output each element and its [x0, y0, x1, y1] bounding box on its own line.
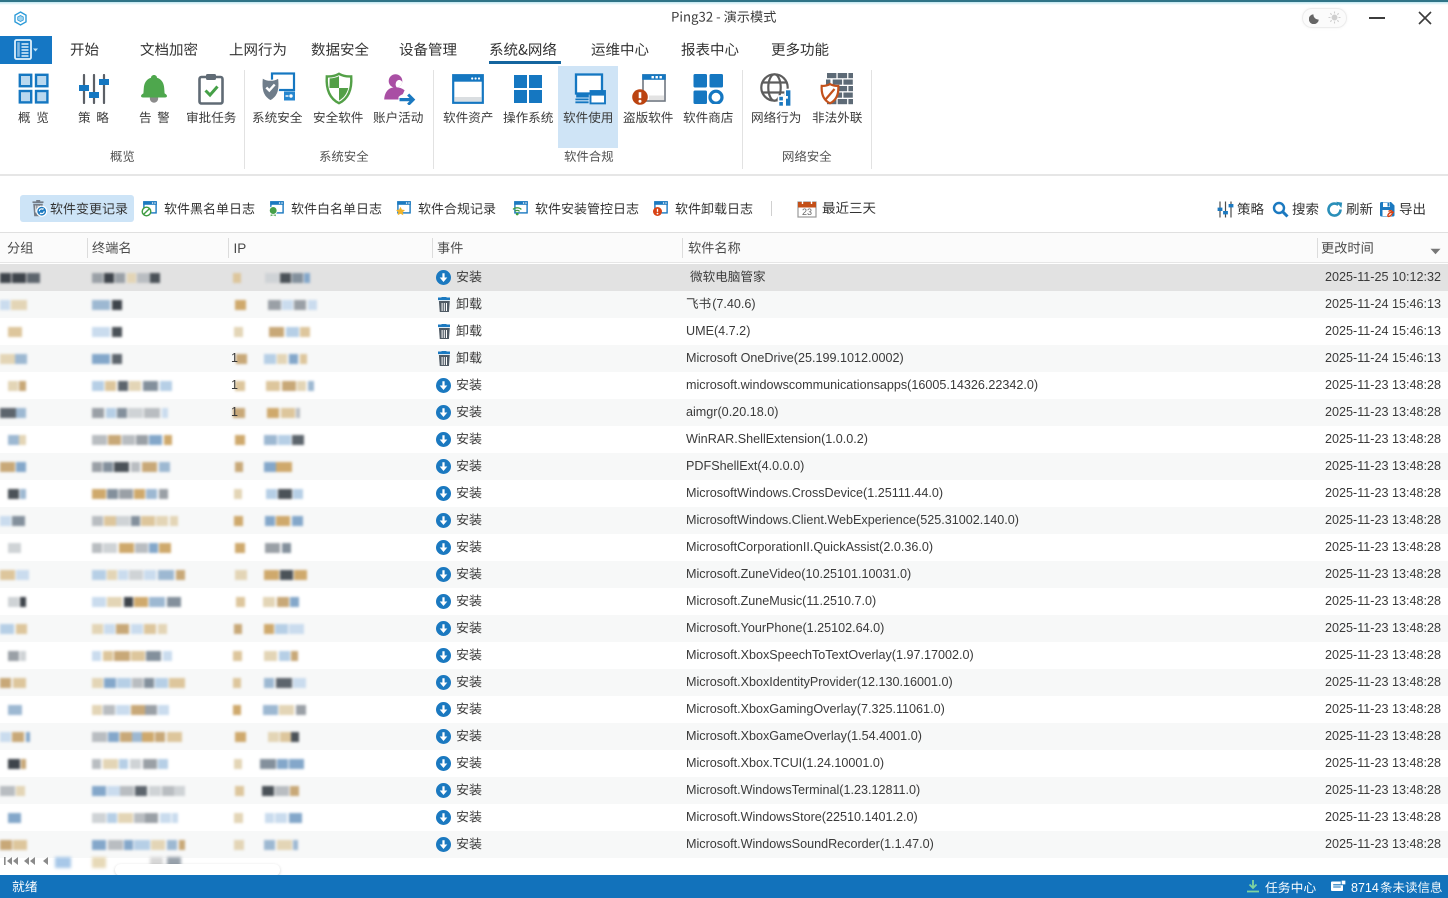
svg-text:23: 23 — [802, 207, 812, 217]
